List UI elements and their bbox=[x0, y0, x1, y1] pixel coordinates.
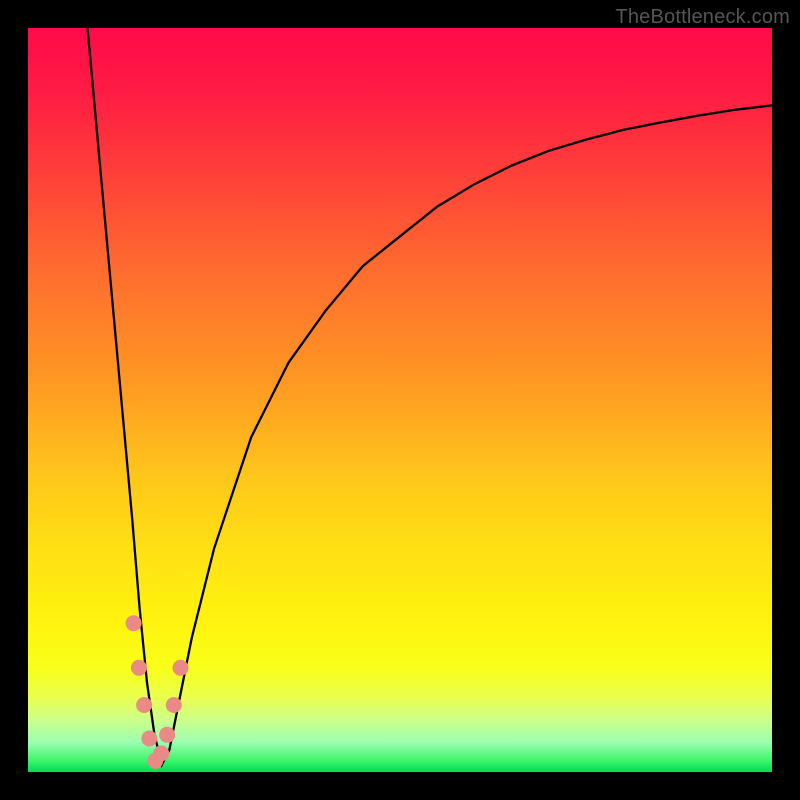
highlight-dot bbox=[159, 727, 175, 743]
chart-frame: TheBottleneck.com bbox=[0, 0, 800, 800]
highlight-dot bbox=[173, 660, 189, 676]
highlight-dot bbox=[131, 660, 147, 676]
plot-area bbox=[28, 28, 772, 772]
highlight-dot bbox=[153, 745, 169, 761]
highlight-dot bbox=[126, 615, 142, 631]
curve-svg bbox=[28, 28, 772, 772]
watermark-text: TheBottleneck.com bbox=[615, 6, 790, 29]
bottleneck-curve bbox=[88, 28, 773, 765]
highlight-dot bbox=[166, 697, 182, 713]
highlight-dot bbox=[136, 697, 152, 713]
highlight-dot bbox=[141, 731, 157, 747]
